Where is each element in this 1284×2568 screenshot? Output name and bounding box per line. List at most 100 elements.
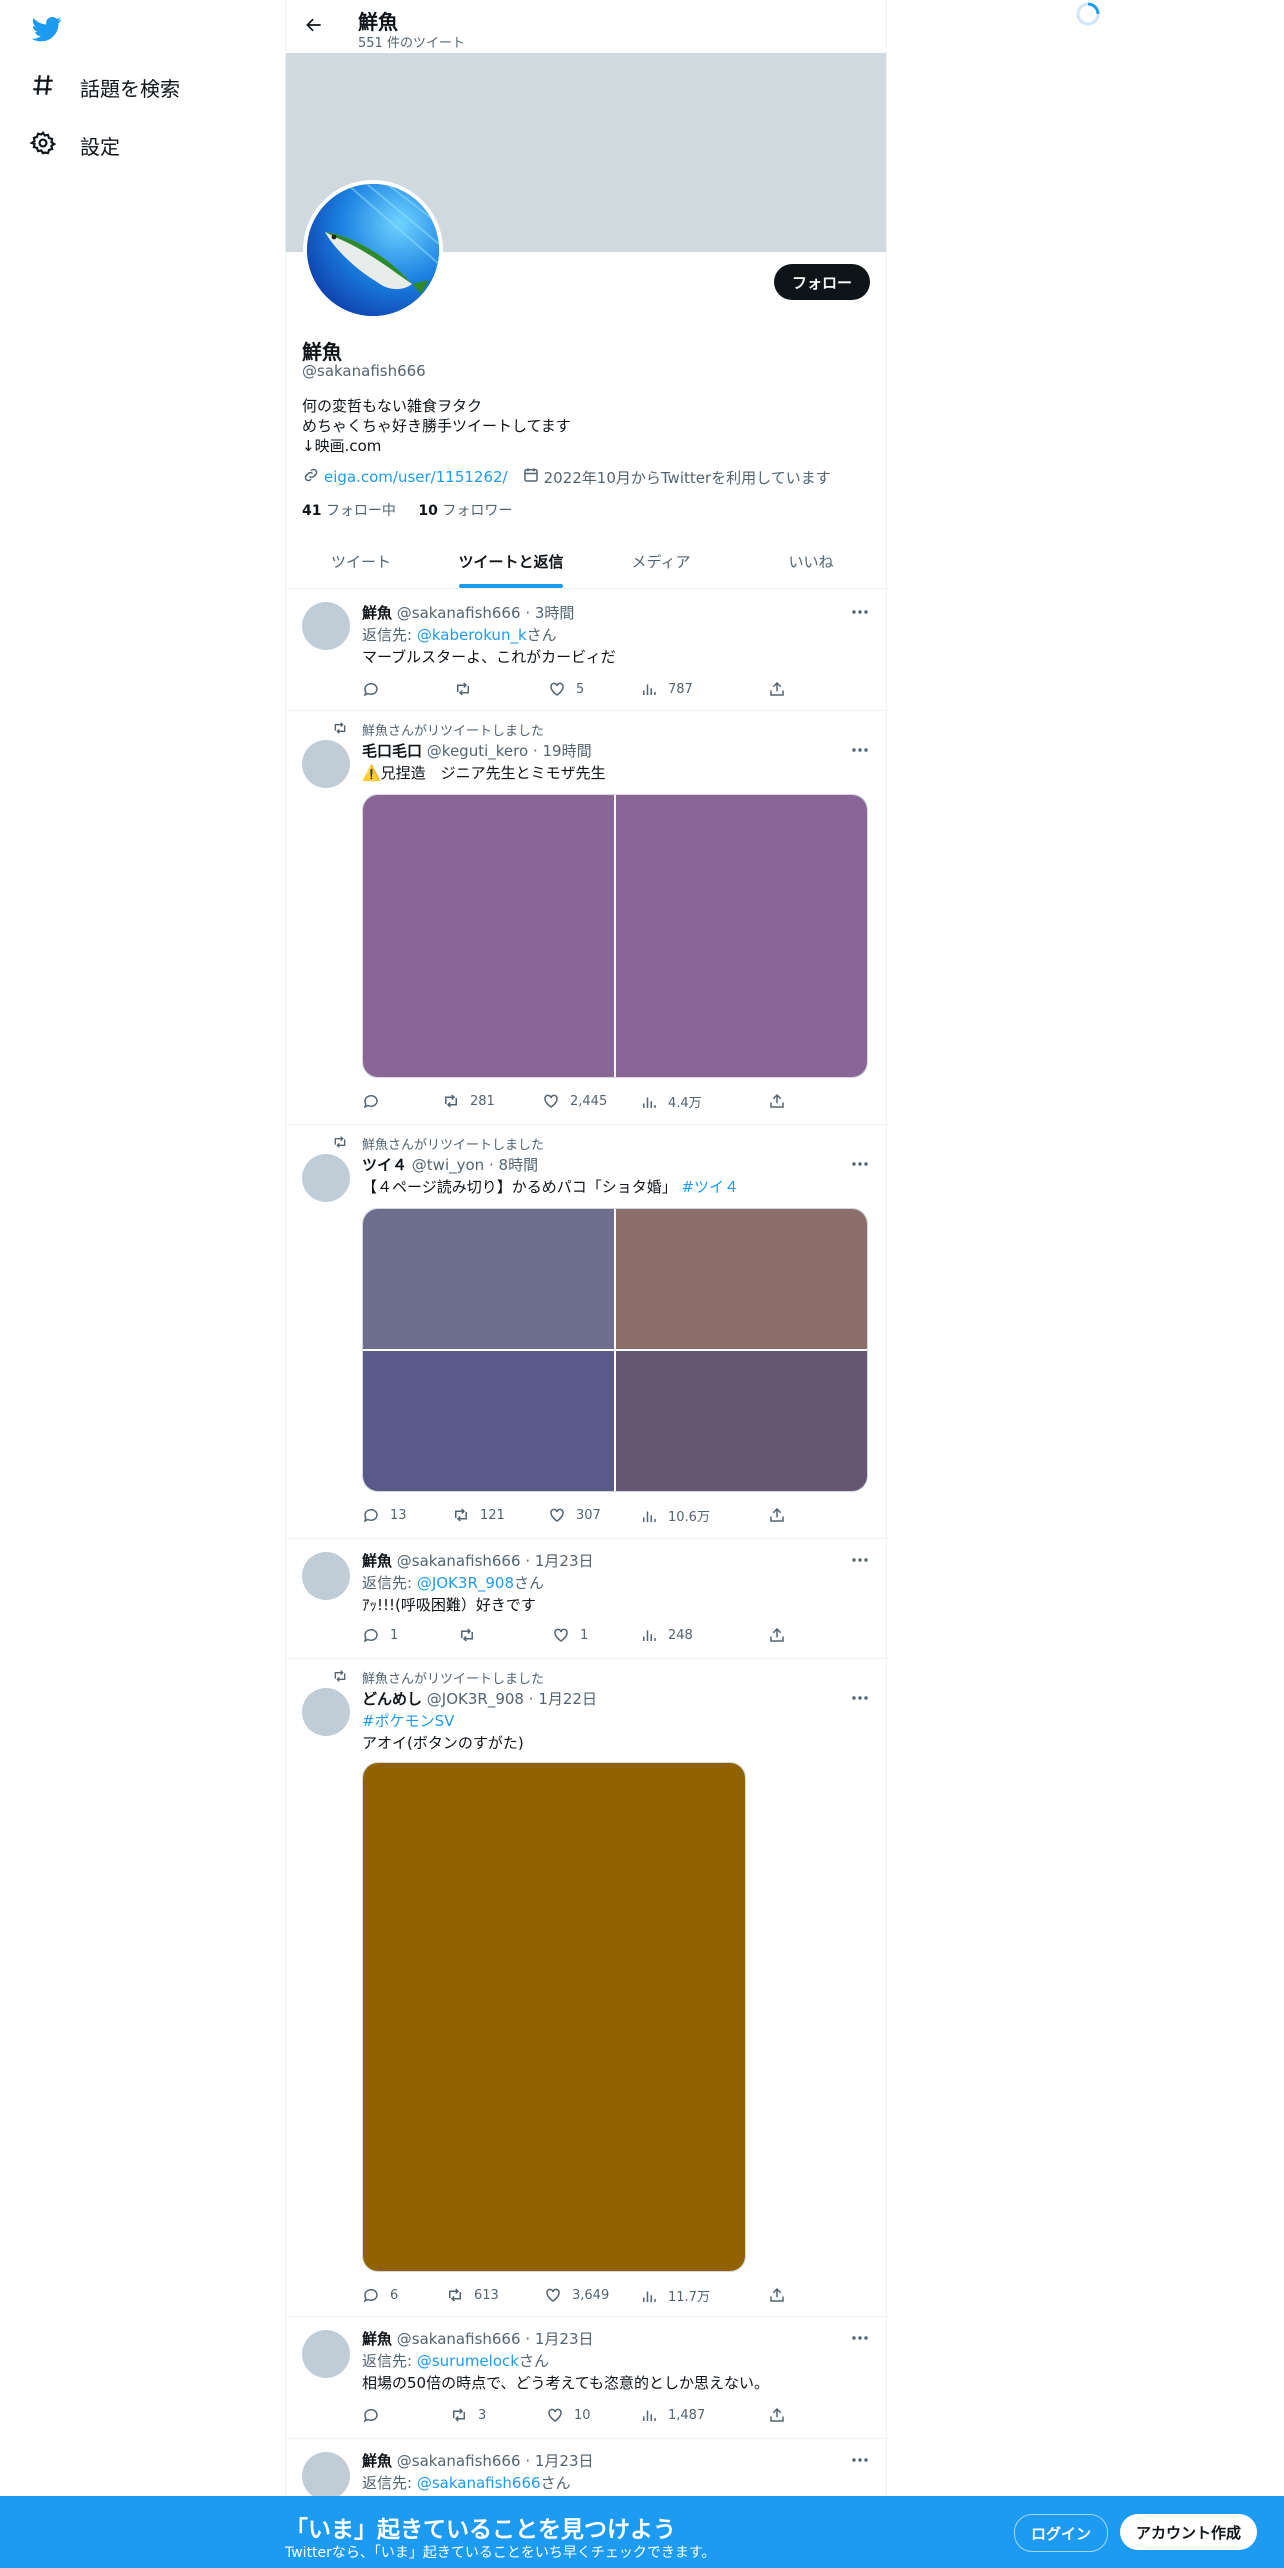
tweet-time[interactable]: 19時間 [543,742,592,760]
reply-to-mention[interactable]: @kaberokun_k [417,626,527,644]
tweet-handle[interactable]: @sakanafish666 [397,604,521,622]
tweet-time[interactable]: 1月23日 [535,1552,594,1570]
tweet-author-name[interactable]: どんめし [362,1690,422,1708]
more-icon[interactable] [850,602,870,622]
tab-likes[interactable]: いいね [736,535,886,588]
tweet-time[interactable]: 8時間 [499,1156,539,1174]
hashtag-link[interactable]: #ツイ４ [681,1178,739,1196]
tweet[interactable]: 鮮魚 @sakanafish666 · 3時間 返信先: @kaberokun_… [286,588,886,711]
more-icon[interactable] [850,1688,870,1708]
tweet-author-name[interactable]: 鮮魚 [362,2330,392,2348]
tweet-time[interactable]: 1月23日 [535,2330,594,2348]
tweet-author-name[interactable]: 鮮魚 [362,2452,392,2470]
views-button[interactable]: 787 [640,680,693,698]
profile-website-link[interactable]: eiga.com/user/1151262/ [324,468,508,486]
media-image[interactable] [363,1351,614,1491]
tab-tweets[interactable]: ツイート [286,535,436,588]
retweeted-by[interactable]: 鮮魚さんがリツイートしました [362,1134,544,1153]
reply-to-mention[interactable]: @surumelock [417,2352,519,2370]
profile-avatar[interactable] [303,180,443,320]
tweet-media[interactable] [362,1762,746,2272]
views-button[interactable]: 10.6万 [640,1506,710,1525]
avatar[interactable] [302,2452,350,2500]
tweet-handle[interactable]: @JOK3R_908 [427,1690,524,1708]
tweet-time[interactable]: 1月23日 [535,2452,594,2470]
like-button[interactable]: 307 [548,1506,601,1524]
media-image[interactable] [616,1209,867,1349]
tweet-handle[interactable]: @sakanafish666 [397,2452,521,2470]
tweet-handle[interactable]: @sakanafish666 [397,2330,521,2348]
avatar[interactable] [302,2330,350,2378]
like-button[interactable]: 10 [546,2406,591,2424]
retweet-button[interactable] [454,680,482,698]
share-button[interactable] [768,1506,796,1524]
more-icon[interactable] [850,1550,870,1570]
share-button[interactable] [768,2286,796,2304]
retweeted-by[interactable]: 鮮魚さんがリツイートしました [362,720,544,739]
retweeted-by[interactable]: 鮮魚さんがリツイートしました [362,1668,544,1687]
tweet-time[interactable]: 1月22日 [538,1690,597,1708]
more-icon[interactable] [850,1154,870,1174]
back-button[interactable] [296,9,332,45]
share-button[interactable] [768,1092,796,1110]
media-image[interactable] [616,795,867,1077]
more-icon[interactable] [850,2450,870,2470]
like-button[interactable]: 5 [548,680,584,698]
views-button[interactable]: 11.7万 [640,2286,710,2305]
signup-button[interactable]: アカウント作成 [1120,2514,1258,2550]
avatar[interactable] [302,1688,350,1736]
media-image[interactable] [363,1763,745,2271]
tweet-handle[interactable]: @keguti_kero [427,742,528,760]
nav-settings[interactable]: 設定 [29,123,120,167]
tweet-handle[interactable]: @twi_yon [412,1156,484,1174]
tweet[interactable]: 鮮魚 @sakanafish666 · 1月23日 返信先: @surumelo… [286,2316,886,2439]
tweet-media[interactable] [362,1208,868,1492]
tweet[interactable]: 鮮魚さんがリツイートしました どんめし @JOK3R_908 · 1月22日 #… [286,1658,886,2317]
following-link[interactable]: 41 フォロー中 [302,503,396,519]
tweet-author-name[interactable]: ツイ４ [362,1156,407,1174]
tweet-time[interactable]: 3時間 [535,604,575,622]
tweet-media[interactable] [362,794,868,1078]
tab-media[interactable]: メディア [586,535,736,588]
retweet-button[interactable] [458,1626,486,1644]
reply-button[interactable] [362,680,390,698]
retweet-button[interactable]: 281 [442,1092,495,1110]
avatar[interactable] [302,1154,350,1202]
more-icon[interactable] [850,2328,870,2348]
login-button[interactable]: ログイン [1014,2514,1109,2552]
avatar[interactable] [302,1552,350,1600]
follow-button[interactable]: フォロー [773,264,870,300]
retweet-button[interactable]: 121 [452,1506,505,1524]
share-button[interactable] [768,1626,796,1644]
reply-to-mention[interactable]: @JOK3R_908 [417,1574,514,1592]
more-icon[interactable] [850,740,870,760]
retweet-button[interactable]: 3 [450,2406,486,2424]
reply-button[interactable] [362,1092,390,1110]
avatar[interactable] [302,740,350,788]
tweet[interactable]: 鮮魚さんがリツイートしました 毛口毛口 @keguti_kero · 19時間 … [286,710,886,1125]
reply-button[interactable] [362,2406,390,2424]
reply-button[interactable]: 13 [362,1506,407,1524]
tab-tweets-and-replies[interactable]: ツイートと返信 [436,535,586,588]
nav-explore[interactable]: 話題を検索 [30,65,180,109]
twitter-bird-icon[interactable] [31,14,62,44]
tweet-author-name[interactable]: 鮮魚 [362,1552,392,1570]
media-image[interactable] [616,1351,867,1491]
like-button[interactable]: 2,445 [542,1092,607,1110]
like-button[interactable]: 3,649 [544,2286,609,2304]
tweet[interactable]: 鮮魚 @sakanafish666 · 1月23日 返信先: @JOK3R_90… [286,1538,886,1659]
like-button[interactable]: 1 [552,1626,588,1644]
reply-button[interactable]: 6 [362,2286,398,2304]
share-button[interactable] [768,2406,796,2424]
reply-to-mention[interactable]: @sakanafish666 [417,2474,541,2492]
tweet-handle[interactable]: @sakanafish666 [397,1552,521,1570]
media-image[interactable] [363,1209,614,1349]
share-button[interactable] [768,680,796,698]
avatar[interactable] [302,602,350,650]
media-image[interactable] [363,795,614,1077]
followers-link[interactable]: 10 フォロワー [418,503,512,519]
tweet[interactable]: 鮮魚さんがリツイートしました ツイ４ @twi_yon · 8時間 【４ページ読… [286,1124,886,1539]
views-button[interactable]: 4.4万 [640,1092,702,1111]
reply-button[interactable]: 1 [362,1626,398,1644]
tweet-author-name[interactable]: 毛口毛口 [362,742,422,760]
